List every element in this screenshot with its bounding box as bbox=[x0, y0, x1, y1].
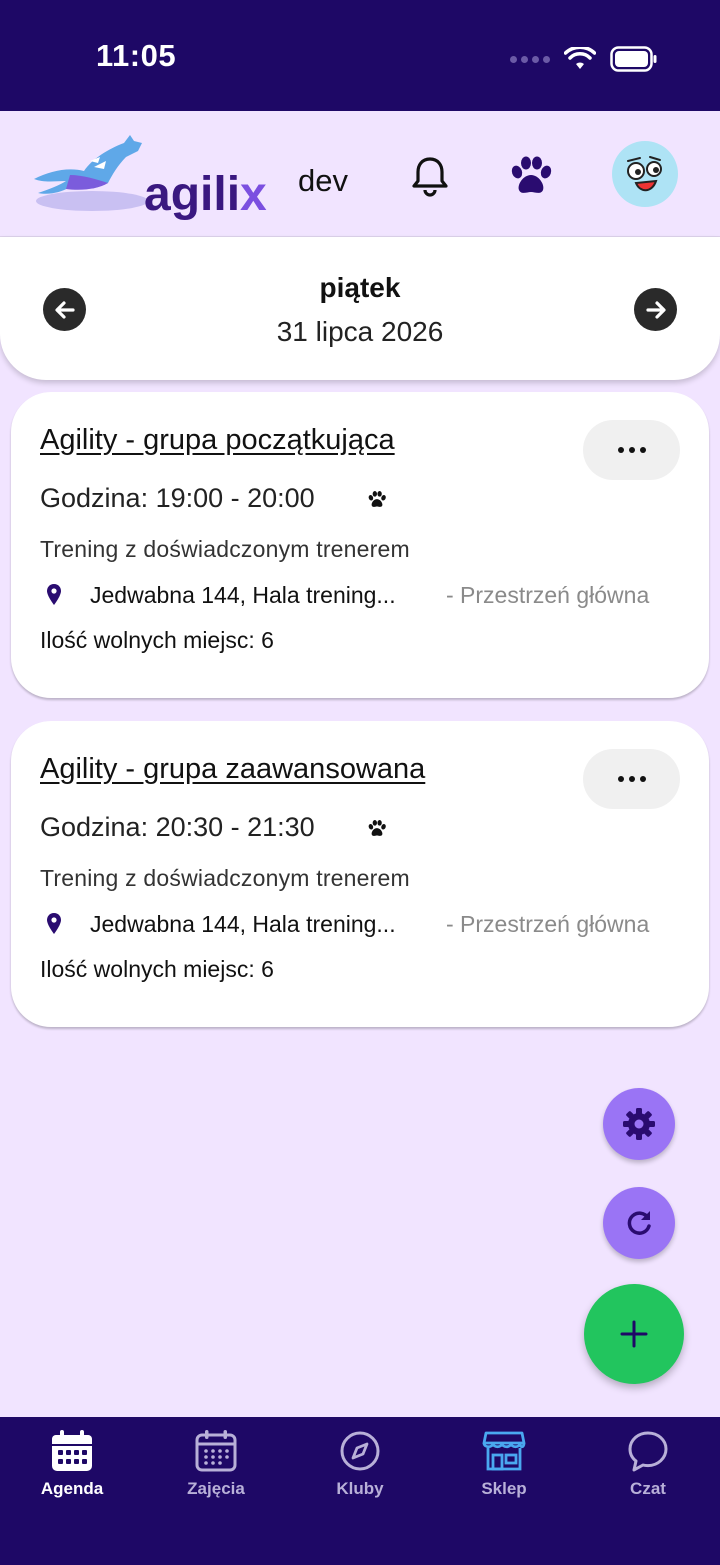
event-card[interactable]: Agility - grupa początkująca Godzina: 19… bbox=[11, 392, 709, 698]
tab-kluby[interactable]: Kluby bbox=[288, 1429, 432, 1519]
more-options-button[interactable] bbox=[583, 420, 680, 480]
tab-label: Kluby bbox=[336, 1479, 384, 1498]
signal-icon bbox=[510, 55, 550, 63]
event-time: Godzina: 19:00 - 20:00 bbox=[40, 483, 315, 513]
event-card[interactable]: Agility - grupa zaawansowana Godzina: 20… bbox=[11, 721, 709, 1027]
tab-czat[interactable]: Czat bbox=[576, 1429, 720, 1519]
environment-label: dev bbox=[298, 163, 348, 198]
calendar-grid-icon bbox=[195, 1430, 237, 1472]
location-pin-icon bbox=[47, 913, 61, 934]
settings-fab[interactable] bbox=[603, 1088, 675, 1160]
plus-icon bbox=[620, 1320, 648, 1348]
shop-icon bbox=[482, 1431, 526, 1471]
avatar[interactable] bbox=[612, 141, 678, 207]
wifi-icon bbox=[564, 47, 596, 69]
chat-icon bbox=[628, 1431, 668, 1472]
event-free-seats: Ilość wolnych miejsc: 6 bbox=[40, 627, 274, 653]
tab-zajecia[interactable]: Zajęcia bbox=[144, 1429, 288, 1519]
day-name: piątek bbox=[319, 272, 401, 303]
avatar-face-icon bbox=[627, 156, 662, 192]
next-day-button[interactable] bbox=[634, 288, 677, 331]
bell-icon[interactable] bbox=[410, 155, 450, 197]
tab-label: Zajęcia bbox=[187, 1479, 245, 1498]
compass-icon bbox=[340, 1431, 380, 1471]
logo-text: agilix bbox=[144, 168, 267, 221]
date-navigator: piątek 31 lipca 2026 bbox=[0, 237, 720, 380]
status-icons bbox=[510, 44, 658, 74]
paw-icon bbox=[368, 491, 386, 507]
refresh-icon bbox=[627, 1211, 651, 1235]
battery-icon bbox=[610, 46, 657, 72]
event-address: Jedwabna 144, Hala trening... bbox=[90, 582, 396, 608]
tab-label: Agenda bbox=[40, 1479, 104, 1498]
refresh-fab[interactable] bbox=[603, 1187, 675, 1259]
location-pin-icon bbox=[47, 584, 61, 605]
bottom-navigation: Agenda Zajęcia Kluby Sklep Czat bbox=[0, 1417, 720, 1565]
arrow-right-icon bbox=[645, 300, 666, 319]
tab-label: Sklep bbox=[481, 1479, 527, 1498]
gear-icon bbox=[623, 1108, 655, 1140]
tab-sklep[interactable]: Sklep bbox=[432, 1429, 576, 1519]
calendar-icon bbox=[52, 1430, 92, 1471]
event-time: Godzina: 20:30 - 21:30 bbox=[40, 812, 315, 842]
more-options-button[interactable] bbox=[583, 749, 680, 809]
agilix-logo[interactable]: agilix bbox=[30, 131, 280, 221]
event-space: - Przestrzeń główna bbox=[446, 911, 650, 937]
current-date: 31 lipca 2026 bbox=[276, 316, 444, 347]
event-description: Trening z doświadczonym trenerem bbox=[40, 536, 410, 562]
event-title[interactable]: Agility - grupa początkująca bbox=[40, 424, 395, 457]
paw-icon bbox=[368, 820, 386, 836]
event-description: Trening z doświadczonym trenerem bbox=[40, 865, 410, 891]
status-bar: 11:05 bbox=[0, 0, 720, 111]
add-event-fab[interactable] bbox=[584, 1284, 684, 1384]
tab-label: Czat bbox=[630, 1479, 666, 1498]
event-space: - Przestrzeń główna bbox=[446, 582, 650, 608]
dog-logo-icon bbox=[34, 135, 148, 211]
app-header: agilix dev bbox=[0, 111, 720, 237]
event-address: Jedwabna 144, Hala trening... bbox=[90, 911, 396, 937]
event-free-seats: Ilość wolnych miejsc: 6 bbox=[40, 956, 274, 982]
paw-icon[interactable] bbox=[508, 155, 554, 197]
tab-agenda[interactable]: Agenda bbox=[0, 1429, 144, 1519]
event-title[interactable]: Agility - grupa zaawansowana bbox=[40, 753, 425, 786]
status-time: 11:05 bbox=[96, 38, 177, 73]
